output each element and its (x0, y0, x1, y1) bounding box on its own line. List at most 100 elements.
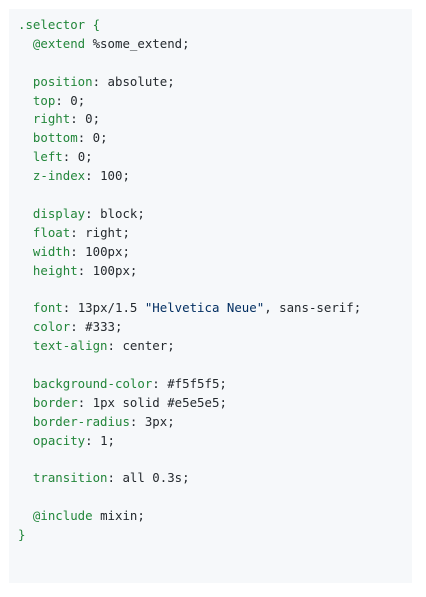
semicolon-token: ; (182, 470, 190, 486)
colon-token: : (70, 111, 86, 127)
value-token: 1 (100, 432, 108, 448)
colon-token: : (107, 338, 123, 354)
code-line: width: 100px; (18, 243, 412, 262)
colon-token: : (77, 130, 93, 146)
colon-token: : (62, 149, 78, 165)
value-token: 100px (85, 243, 123, 259)
open-brace-token: { (85, 17, 101, 32)
semicolon-token: ; (77, 92, 86, 108)
directive-value-token: %some_extend; (85, 35, 190, 51)
code-line: border-radius: 3px; (18, 413, 412, 432)
colon-token: : (152, 375, 168, 391)
code-line: border: 1px solid #e5e5e5; (18, 394, 412, 413)
close-brace-token: } (18, 527, 26, 543)
semicolon-token: ; (219, 394, 227, 410)
semicolon-token: ; (115, 319, 123, 335)
value-token: #333 (85, 319, 115, 335)
directive-keyword-token: @include (32, 508, 93, 524)
colon-token: : (70, 319, 86, 335)
value-token: #f5f5f5 (167, 375, 220, 391)
code-line: top: 0; (18, 92, 412, 111)
colon-token: : (55, 92, 71, 108)
code-line: .selector { (18, 16, 412, 35)
selector-token: .selector (18, 17, 86, 32)
value-token: , sans-serif (264, 300, 354, 316)
semicolon-token: ; (85, 149, 93, 165)
value-token: 3px (144, 413, 168, 429)
code-line: @include mixin; (18, 507, 412, 526)
value-token: 100 (100, 168, 123, 184)
colon-token: : (129, 413, 145, 429)
colon-token: : (107, 470, 123, 486)
value-token: absolute (107, 73, 168, 89)
directive-keyword-token: @extend (32, 35, 86, 51)
value-token: right (85, 224, 123, 240)
property-token: left (32, 149, 63, 165)
semicolon-token: ; (219, 375, 227, 391)
colon-token: : (70, 243, 86, 259)
semicolon-token: ; (353, 300, 362, 316)
semicolon-token: ; (167, 338, 175, 354)
property-token: position (32, 73, 93, 89)
colon-token: : (77, 394, 93, 410)
semicolon-token: ; (100, 130, 108, 146)
value-token: block (100, 205, 138, 221)
property-token: right (32, 111, 71, 127)
semicolon-token: ; (107, 432, 115, 448)
code-line: @extend %some_extend; (18, 35, 412, 54)
semicolon-token: ; (137, 205, 145, 221)
colon-token: : (70, 224, 86, 240)
value-token: 0 (70, 92, 78, 108)
code-line: float: right; (18, 224, 412, 243)
property-token: top (32, 92, 56, 108)
code-line: background-color: #f5f5f5; (18, 375, 412, 394)
property-token: opacity (32, 432, 86, 448)
value-token: all 0.3s (122, 470, 183, 486)
property-token: border (32, 394, 78, 410)
property-token: border-radius (32, 413, 130, 429)
code-line: bottom: 0; (18, 129, 412, 148)
semicolon-token: ; (167, 73, 175, 89)
string-token: "Helvetica Neue" (144, 300, 265, 316)
value-token: 100px (92, 262, 130, 278)
property-token: display (32, 205, 86, 221)
code-block: .selector { @extend %some_extend; positi… (9, 9, 412, 583)
property-token: background-color (32, 375, 153, 391)
value-token: 1px solid #e5e5e5 (92, 394, 220, 410)
semicolon-token: ; (129, 262, 138, 278)
code-line: position: absolute; (18, 73, 412, 92)
property-token: bottom (32, 130, 78, 146)
code-line: text-align: center; (18, 337, 412, 356)
colon-token: : (85, 432, 101, 448)
code-line: height: 100px; (18, 262, 412, 281)
code-line: font: 13px/1.5 "Helvetica Neue", sans-se… (18, 299, 412, 318)
directive-value-token: mixin; (92, 508, 145, 524)
scss-code: .selector { @extend %some_extend; positi… (18, 16, 412, 545)
property-token: transition (32, 470, 108, 486)
code-line: color: #333; (18, 318, 412, 337)
semicolon-token: ; (167, 413, 175, 429)
value-token: 13px/1.5 (77, 300, 145, 316)
value-token: center (122, 338, 168, 354)
value-token: 0 (85, 111, 93, 127)
code-line: left: 0; (18, 148, 412, 167)
